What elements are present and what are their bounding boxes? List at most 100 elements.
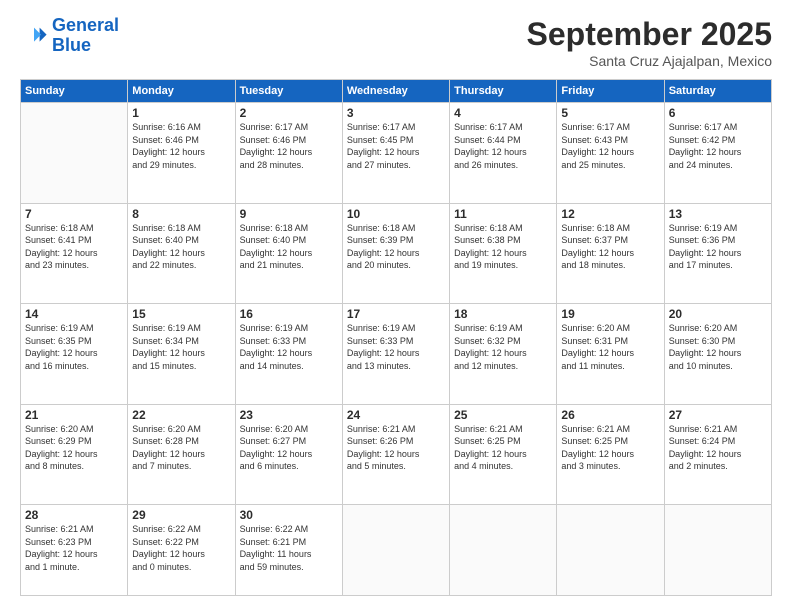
cell-info: Sunrise: 6:22 AM Sunset: 6:21 PM Dayligh…	[240, 523, 338, 573]
week-row-1: 7Sunrise: 6:18 AM Sunset: 6:41 PM Daylig…	[21, 203, 772, 304]
day-number: 2	[240, 106, 338, 120]
day-number: 26	[561, 408, 659, 422]
day-number: 4	[454, 106, 552, 120]
calendar-cell	[557, 505, 664, 596]
day-number: 17	[347, 307, 445, 321]
calendar-cell: 17Sunrise: 6:19 AM Sunset: 6:33 PM Dayli…	[342, 304, 449, 405]
cell-info: Sunrise: 6:21 AM Sunset: 6:24 PM Dayligh…	[669, 423, 767, 473]
month-title: September 2025	[527, 16, 772, 53]
day-number: 14	[25, 307, 123, 321]
day-number: 18	[454, 307, 552, 321]
cell-info: Sunrise: 6:17 AM Sunset: 6:46 PM Dayligh…	[240, 121, 338, 171]
weekday-header-sunday: Sunday	[21, 80, 128, 103]
cell-info: Sunrise: 6:16 AM Sunset: 6:46 PM Dayligh…	[132, 121, 230, 171]
calendar-cell: 22Sunrise: 6:20 AM Sunset: 6:28 PM Dayli…	[128, 404, 235, 505]
cell-info: Sunrise: 6:19 AM Sunset: 6:34 PM Dayligh…	[132, 322, 230, 372]
cell-info: Sunrise: 6:22 AM Sunset: 6:22 PM Dayligh…	[132, 523, 230, 573]
calendar-cell: 9Sunrise: 6:18 AM Sunset: 6:40 PM Daylig…	[235, 203, 342, 304]
weekday-header-wednesday: Wednesday	[342, 80, 449, 103]
cell-info: Sunrise: 6:19 AM Sunset: 6:36 PM Dayligh…	[669, 222, 767, 272]
day-number: 5	[561, 106, 659, 120]
header: General Blue September 2025 Santa Cruz A…	[20, 16, 772, 69]
cell-info: Sunrise: 6:21 AM Sunset: 6:23 PM Dayligh…	[25, 523, 123, 573]
day-number: 28	[25, 508, 123, 522]
calendar-cell: 13Sunrise: 6:19 AM Sunset: 6:36 PM Dayli…	[664, 203, 771, 304]
calendar-cell: 27Sunrise: 6:21 AM Sunset: 6:24 PM Dayli…	[664, 404, 771, 505]
cell-info: Sunrise: 6:17 AM Sunset: 6:43 PM Dayligh…	[561, 121, 659, 171]
page: General Blue September 2025 Santa Cruz A…	[0, 0, 792, 612]
day-number: 29	[132, 508, 230, 522]
calendar-cell: 29Sunrise: 6:22 AM Sunset: 6:22 PM Dayli…	[128, 505, 235, 596]
cell-info: Sunrise: 6:20 AM Sunset: 6:27 PM Dayligh…	[240, 423, 338, 473]
week-row-4: 28Sunrise: 6:21 AM Sunset: 6:23 PM Dayli…	[21, 505, 772, 596]
weekday-header-saturday: Saturday	[664, 80, 771, 103]
weekday-header-tuesday: Tuesday	[235, 80, 342, 103]
calendar-cell: 3Sunrise: 6:17 AM Sunset: 6:45 PM Daylig…	[342, 103, 449, 204]
calendar-cell: 6Sunrise: 6:17 AM Sunset: 6:42 PM Daylig…	[664, 103, 771, 204]
calendar-cell: 11Sunrise: 6:18 AM Sunset: 6:38 PM Dayli…	[450, 203, 557, 304]
calendar-cell: 30Sunrise: 6:22 AM Sunset: 6:21 PM Dayli…	[235, 505, 342, 596]
logo-icon	[20, 22, 48, 50]
weekday-header-monday: Monday	[128, 80, 235, 103]
calendar-cell: 8Sunrise: 6:18 AM Sunset: 6:40 PM Daylig…	[128, 203, 235, 304]
logo: General Blue	[20, 16, 119, 56]
cell-info: Sunrise: 6:21 AM Sunset: 6:25 PM Dayligh…	[454, 423, 552, 473]
cell-info: Sunrise: 6:20 AM Sunset: 6:30 PM Dayligh…	[669, 322, 767, 372]
day-number: 8	[132, 207, 230, 221]
cell-info: Sunrise: 6:19 AM Sunset: 6:33 PM Dayligh…	[347, 322, 445, 372]
cell-info: Sunrise: 6:19 AM Sunset: 6:35 PM Dayligh…	[25, 322, 123, 372]
cell-info: Sunrise: 6:17 AM Sunset: 6:45 PM Dayligh…	[347, 121, 445, 171]
day-number: 13	[669, 207, 767, 221]
week-row-0: 1Sunrise: 6:16 AM Sunset: 6:46 PM Daylig…	[21, 103, 772, 204]
cell-info: Sunrise: 6:20 AM Sunset: 6:28 PM Dayligh…	[132, 423, 230, 473]
day-number: 3	[347, 106, 445, 120]
day-number: 10	[347, 207, 445, 221]
cell-info: Sunrise: 6:20 AM Sunset: 6:31 PM Dayligh…	[561, 322, 659, 372]
cell-info: Sunrise: 6:18 AM Sunset: 6:41 PM Dayligh…	[25, 222, 123, 272]
calendar-table: SundayMondayTuesdayWednesdayThursdayFrid…	[20, 79, 772, 596]
calendar-cell: 26Sunrise: 6:21 AM Sunset: 6:25 PM Dayli…	[557, 404, 664, 505]
day-number: 7	[25, 207, 123, 221]
cell-info: Sunrise: 6:19 AM Sunset: 6:32 PM Dayligh…	[454, 322, 552, 372]
calendar-cell: 10Sunrise: 6:18 AM Sunset: 6:39 PM Dayli…	[342, 203, 449, 304]
title-block: September 2025 Santa Cruz Ajajalpan, Mex…	[527, 16, 772, 69]
week-row-2: 14Sunrise: 6:19 AM Sunset: 6:35 PM Dayli…	[21, 304, 772, 405]
calendar-cell: 7Sunrise: 6:18 AM Sunset: 6:41 PM Daylig…	[21, 203, 128, 304]
calendar-cell: 2Sunrise: 6:17 AM Sunset: 6:46 PM Daylig…	[235, 103, 342, 204]
weekday-header-friday: Friday	[557, 80, 664, 103]
day-number: 11	[454, 207, 552, 221]
calendar-cell: 14Sunrise: 6:19 AM Sunset: 6:35 PM Dayli…	[21, 304, 128, 405]
location: Santa Cruz Ajajalpan, Mexico	[527, 53, 772, 69]
calendar-cell: 4Sunrise: 6:17 AM Sunset: 6:44 PM Daylig…	[450, 103, 557, 204]
day-number: 27	[669, 408, 767, 422]
calendar-cell: 12Sunrise: 6:18 AM Sunset: 6:37 PM Dayli…	[557, 203, 664, 304]
cell-info: Sunrise: 6:18 AM Sunset: 6:38 PM Dayligh…	[454, 222, 552, 272]
day-number: 20	[669, 307, 767, 321]
cell-info: Sunrise: 6:18 AM Sunset: 6:39 PM Dayligh…	[347, 222, 445, 272]
day-number: 16	[240, 307, 338, 321]
cell-info: Sunrise: 6:17 AM Sunset: 6:42 PM Dayligh…	[669, 121, 767, 171]
cell-info: Sunrise: 6:17 AM Sunset: 6:44 PM Dayligh…	[454, 121, 552, 171]
calendar-cell	[664, 505, 771, 596]
calendar-cell	[21, 103, 128, 204]
cell-info: Sunrise: 6:20 AM Sunset: 6:29 PM Dayligh…	[25, 423, 123, 473]
calendar-cell: 28Sunrise: 6:21 AM Sunset: 6:23 PM Dayli…	[21, 505, 128, 596]
calendar-cell: 1Sunrise: 6:16 AM Sunset: 6:46 PM Daylig…	[128, 103, 235, 204]
calendar-cell: 25Sunrise: 6:21 AM Sunset: 6:25 PM Dayli…	[450, 404, 557, 505]
calendar-cell: 24Sunrise: 6:21 AM Sunset: 6:26 PM Dayli…	[342, 404, 449, 505]
day-number: 23	[240, 408, 338, 422]
calendar-cell: 18Sunrise: 6:19 AM Sunset: 6:32 PM Dayli…	[450, 304, 557, 405]
day-number: 6	[669, 106, 767, 120]
calendar-cell: 19Sunrise: 6:20 AM Sunset: 6:31 PM Dayli…	[557, 304, 664, 405]
cell-info: Sunrise: 6:21 AM Sunset: 6:25 PM Dayligh…	[561, 423, 659, 473]
day-number: 12	[561, 207, 659, 221]
calendar-cell	[342, 505, 449, 596]
cell-info: Sunrise: 6:18 AM Sunset: 6:37 PM Dayligh…	[561, 222, 659, 272]
day-number: 15	[132, 307, 230, 321]
calendar-cell: 16Sunrise: 6:19 AM Sunset: 6:33 PM Dayli…	[235, 304, 342, 405]
day-number: 19	[561, 307, 659, 321]
day-number: 1	[132, 106, 230, 120]
calendar-cell: 21Sunrise: 6:20 AM Sunset: 6:29 PM Dayli…	[21, 404, 128, 505]
cell-info: Sunrise: 6:21 AM Sunset: 6:26 PM Dayligh…	[347, 423, 445, 473]
cell-info: Sunrise: 6:18 AM Sunset: 6:40 PM Dayligh…	[240, 222, 338, 272]
